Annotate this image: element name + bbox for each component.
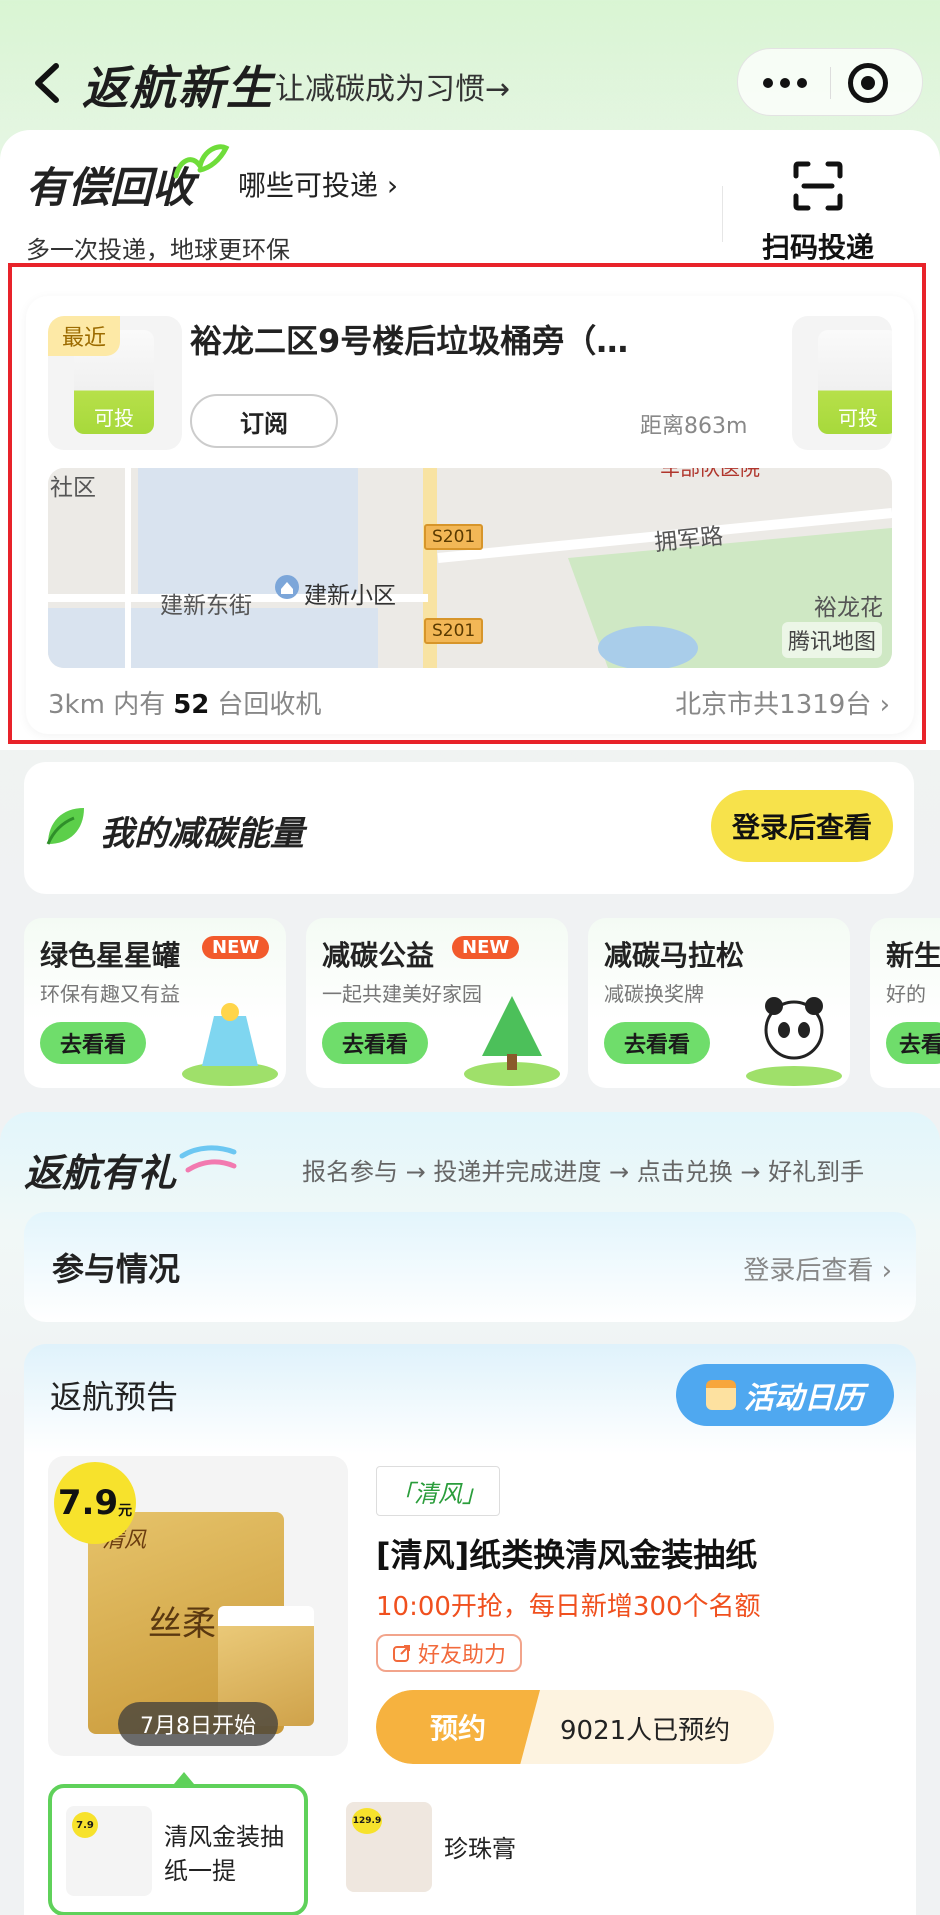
panda-icon [746, 997, 842, 1086]
page-subtitle-link[interactable]: 让减碳成为习惯→ [275, 64, 510, 108]
thumb-label: 清风金装抽纸一提 [164, 1823, 284, 1885]
price-value: 7.9 [57, 1483, 119, 1523]
divider [722, 186, 723, 242]
tile-go-button[interactable]: 去看 [886, 1022, 940, 1064]
tile-go-button[interactable]: 去看看 [322, 1022, 428, 1064]
product-thumb-pearl-cream[interactable]: 129.9 珍珠膏 [332, 1784, 592, 1915]
new-badge: NEW [202, 936, 270, 959]
friend-help-label: 好友助力 [418, 1643, 507, 1668]
login-to-view-button[interactable]: 登录后查看 [711, 790, 893, 862]
calendar-icon [706, 1380, 736, 1410]
page-title: 返航新生 [82, 61, 274, 115]
what-can-recycle-link[interactable]: 哪些可投递 › [238, 164, 398, 204]
new-badge: NEW [452, 936, 520, 959]
gift-steps: 报名参与 → 投递并完成进度 → 点击兑换 → 好礼到手 [302, 1158, 865, 1186]
thumb-price-badge: 129.9 [352, 1808, 382, 1834]
product-title: [清风]纸类换清风金装抽纸 [376, 1536, 758, 1574]
start-date-chip: 7月8日开始 [118, 1702, 278, 1746]
tile-title: 绿色星星罐 [40, 939, 181, 972]
calendar-label: 活动日历 [744, 1381, 864, 1416]
highlight-frame [8, 263, 926, 744]
top-bar: 返航新生 让减碳成为习惯→ [0, 0, 940, 130]
more-menu-icon[interactable] [738, 49, 831, 117]
reserve-button[interactable]: 预约 [376, 1690, 540, 1764]
thumb-image: 129.9 [346, 1802, 432, 1892]
leaf-icon [46, 808, 84, 845]
tile-subtitle: 一起共建美好家园 [322, 982, 482, 1006]
reserve-bar: 预约 9021人已预约 [376, 1690, 774, 1764]
price-unit: 元 [118, 1503, 133, 1519]
preview-title: 返航预告 [50, 1378, 179, 1416]
tile-carbon-charity[interactable]: 减碳公益 NEW 一起共建美好家园 去看看 [306, 918, 568, 1088]
share-icon [393, 1645, 410, 1662]
carbon-energy-title: 我的减碳能量 [100, 814, 304, 854]
return-gift-section: 返航有礼 报名参与 → 投递并完成进度 → 点击兑换 → 好礼到手 参与情况 登… [0, 1112, 940, 1915]
reserve-count: 9021人已预约 [560, 1716, 731, 1746]
thumb-price-badge: 7.9 [72, 1812, 98, 1838]
thumb-label: 珍珠膏 [444, 1835, 516, 1863]
miniprogram-capsule [737, 48, 923, 116]
product-note: 10:00开抢，每日新增300个名额 [376, 1592, 761, 1622]
return-preview-card: 返航预告 活动日历 清风 丝柔亲肤 7.9 元 7月8日开始 「清风」 [清风]纸… [24, 1344, 916, 1915]
leaf-sprout-icon [173, 144, 230, 179]
tree-icon [464, 996, 560, 1086]
recycle-subtitle: 多一次投递，地球更环保 [26, 236, 290, 264]
participation-login-link[interactable]: 登录后查看 › [743, 1250, 892, 1287]
tile-subtitle: 减碳换奖牌 [604, 982, 704, 1006]
scan-code-icon[interactable] [792, 160, 844, 212]
back-arrow-icon[interactable] [28, 58, 68, 108]
close-miniprogram-icon[interactable] [848, 63, 888, 103]
swoosh-icon [179, 1145, 237, 1173]
tile-subtitle: 好的 [886, 982, 926, 1006]
tile-new-life[interactable]: 新生 好的 去看 [870, 918, 940, 1088]
tile-subtitle: 环保有趣又有益 [40, 982, 180, 1006]
product-thumb-tissue[interactable]: 7.9 清风金装抽纸一提 [48, 1784, 308, 1915]
activity-calendar-button[interactable]: 活动日历 [676, 1364, 894, 1426]
recycle-title: 有偿回收 [26, 163, 195, 212]
price-badge: 7.9 元 [54, 1462, 136, 1544]
tile-title: 新生 [886, 939, 940, 972]
carbon-energy-card: 我的减碳能量 登录后查看 [24, 762, 914, 894]
tile-title: 减碳马拉松 [604, 939, 745, 972]
participation-title: 参与情况 [52, 1250, 181, 1288]
thumb-image: 7.9 [66, 1806, 152, 1896]
star-jar-icon [182, 1003, 278, 1086]
friend-help-chip[interactable]: 好友助力 [376, 1634, 523, 1672]
gift-title: 返航有礼 [24, 1151, 177, 1195]
selected-pointer [174, 1772, 194, 1784]
feature-tiles: 绿色星星罐 NEW 环保有趣又有益 去看看 减碳公益 NEW 一起共建美好家园 … [24, 918, 940, 1088]
participation-card[interactable]: 参与情况 登录后查看 › [24, 1212, 916, 1322]
tile-go-button[interactable]: 去看看 [604, 1022, 710, 1064]
brand-logo: 「清风」 [376, 1466, 500, 1516]
scan-deliver-label[interactable]: 扫码投递 [762, 226, 874, 266]
tile-green-star-jar[interactable]: 绿色星星罐 NEW 环保有趣又有益 去看看 [24, 918, 286, 1088]
tile-carbon-marathon[interactable]: 减碳马拉松 减碳换奖牌 去看看 [588, 918, 850, 1088]
capsule-divider [830, 67, 831, 99]
tile-title: 减碳公益 [322, 939, 435, 972]
product-image[interactable]: 清风 丝柔亲肤 7.9 元 7月8日开始 [48, 1456, 348, 1756]
tile-go-button[interactable]: 去看看 [40, 1022, 146, 1064]
